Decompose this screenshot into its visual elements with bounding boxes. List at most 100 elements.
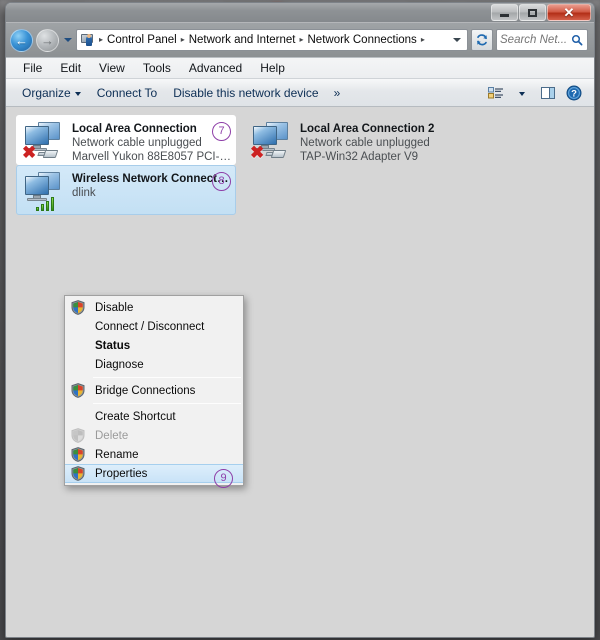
change-view-dropdown[interactable] bbox=[510, 82, 534, 104]
menu-gutter bbox=[65, 407, 91, 426]
organize-label: Organize bbox=[22, 85, 71, 100]
annotation-badge-7: 7 bbox=[212, 122, 231, 141]
network-connections-window: ✕ ← → ▸ Control Panel ▸ Network and Inte… bbox=[5, 2, 595, 638]
context-menu-label: Connect / Disconnect bbox=[95, 320, 205, 333]
lan-unplugged-icon: ✖ bbox=[250, 120, 294, 162]
menu-bar: File Edit View Tools Advanced Help bbox=[6, 57, 594, 79]
connection-item-local-area-connection-2[interactable]: ✖ Local Area Connection 2 Network cable … bbox=[244, 115, 464, 165]
menu-advanced[interactable]: Advanced bbox=[180, 59, 251, 77]
back-button[interactable]: ← bbox=[10, 28, 33, 52]
wireless-connected-icon bbox=[22, 170, 66, 212]
preview-pane-button[interactable] bbox=[536, 82, 560, 104]
context-menu-label: Create Shortcut bbox=[95, 410, 176, 423]
close-button[interactable]: ✕ bbox=[547, 4, 591, 21]
back-arrow-icon: ← bbox=[15, 32, 28, 48]
connection-item-local-area-connection[interactable]: ✖ Local Area Connection Network cable un… bbox=[16, 115, 236, 165]
uac-shield-icon bbox=[65, 465, 91, 482]
uac-shield-icon bbox=[65, 298, 91, 317]
context-menu-item-disable[interactable]: Disable bbox=[65, 298, 243, 317]
forward-arrow-icon: → bbox=[41, 32, 54, 48]
connections-content-pane: ✖ Local Area Connection Network cable un… bbox=[6, 107, 594, 636]
rj45-plug-icon bbox=[37, 148, 62, 160]
connection-name: Local Area Connection bbox=[72, 123, 197, 135]
menu-help[interactable]: Help bbox=[251, 59, 294, 77]
context-menu-label: Properties bbox=[95, 467, 148, 480]
context-menu-item-connect-disconnect[interactable]: Connect / Disconnect bbox=[65, 317, 243, 336]
refresh-button[interactable] bbox=[471, 29, 493, 51]
menu-tools[interactable]: Tools bbox=[134, 59, 180, 77]
signal-strength-icon bbox=[36, 196, 58, 211]
preview-pane-icon bbox=[541, 86, 555, 99]
menu-edit[interactable]: Edit bbox=[51, 59, 90, 77]
context-menu-item-create-shortcut[interactable]: Create Shortcut bbox=[65, 407, 243, 426]
breadcrumb-network-connections[interactable]: Network Connections bbox=[306, 30, 419, 50]
chevron-down-icon bbox=[74, 91, 81, 96]
help-icon: ? bbox=[566, 85, 582, 100]
organize-button[interactable]: Organize bbox=[14, 83, 89, 103]
uac-shield-icon bbox=[65, 445, 91, 464]
context-menu-item-diagnose[interactable]: Diagnose bbox=[65, 355, 243, 374]
help-button[interactable]: ? bbox=[562, 82, 586, 104]
connection-text-block: Wireless Network Connection dlink bbox=[72, 170, 231, 200]
context-menu-item-properties[interactable]: Properties 9 bbox=[65, 464, 243, 488]
refresh-icon bbox=[477, 34, 487, 46]
search-input[interactable] bbox=[500, 34, 570, 46]
error-x-icon: ✖ bbox=[250, 143, 265, 162]
connection-item-wireless-network-connection[interactable]: Wireless Network Connection dlink 8 bbox=[16, 165, 236, 215]
context-menu-item-status[interactable]: Status bbox=[65, 336, 243, 355]
rj45-plug-icon bbox=[265, 148, 290, 160]
error-x-icon: ✖ bbox=[22, 143, 37, 162]
menu-file[interactable]: File bbox=[14, 59, 51, 77]
minimize-icon bbox=[500, 13, 509, 17]
connection-status: Network cable unplugged bbox=[300, 137, 430, 149]
change-view-button[interactable] bbox=[484, 82, 508, 104]
disable-network-device-button[interactable]: Disable this network device bbox=[165, 83, 326, 103]
breadcrumb-network-and-internet[interactable]: Network and Internet bbox=[187, 30, 298, 50]
forward-button[interactable]: → bbox=[36, 28, 59, 52]
chevron-down-icon bbox=[63, 38, 72, 42]
change-view-icon bbox=[488, 86, 503, 98]
svg-text:?: ? bbox=[571, 88, 577, 99]
maximize-button[interactable] bbox=[519, 4, 546, 21]
context-menu-label: Status bbox=[95, 339, 131, 352]
annotation-badge-8: 8 bbox=[212, 172, 231, 191]
menu-view[interactable]: View bbox=[90, 59, 134, 77]
control-panel-icon bbox=[80, 32, 96, 48]
breadcrumb-separator: ▸ bbox=[99, 35, 104, 44]
connection-name: Wireless Network Connection bbox=[72, 173, 231, 185]
context-menu-item-bridge-connections[interactable]: Bridge Connections bbox=[65, 381, 243, 400]
breadcrumb-control-panel[interactable]: Control Panel bbox=[105, 30, 179, 50]
context-menu-label: Disable bbox=[95, 301, 134, 314]
recent-pages-dropdown[interactable] bbox=[62, 38, 73, 42]
connection-text-block: Local Area Connection 2 Network cable un… bbox=[300, 120, 459, 164]
menu-gutter bbox=[65, 355, 91, 374]
menu-gutter bbox=[65, 317, 91, 336]
context-menu-separator bbox=[93, 403, 241, 404]
context-menu-label: Bridge Connections bbox=[95, 384, 196, 397]
command-overflow-button[interactable]: » bbox=[327, 83, 348, 103]
context-menu-item-rename[interactable]: Rename bbox=[65, 445, 243, 464]
connect-to-button[interactable]: Connect To bbox=[89, 83, 166, 103]
connection-text-block: Local Area Connection Network cable unpl… bbox=[72, 120, 231, 164]
window-caption-buttons: ✕ bbox=[490, 4, 591, 21]
minimize-button[interactable] bbox=[491, 4, 518, 21]
maximize-icon bbox=[528, 8, 537, 17]
context-menu-label: Rename bbox=[95, 448, 139, 461]
lan-unplugged-icon: ✖ bbox=[22, 120, 66, 162]
connection-name: Local Area Connection 2 bbox=[300, 123, 435, 135]
connection-device: TAP-Win32 Adapter V9 bbox=[300, 151, 419, 163]
breadcrumb-separator: ▸ bbox=[180, 35, 185, 44]
breadcrumb-address-box[interactable]: ▸ Control Panel ▸ Network and Internet ▸… bbox=[76, 29, 468, 51]
context-menu: Disable Connect / Disconnect Status Diag… bbox=[64, 295, 244, 488]
context-menu-label: Diagnose bbox=[95, 358, 144, 371]
context-menu-label: Delete bbox=[95, 429, 129, 442]
search-box[interactable] bbox=[496, 29, 588, 51]
window-title-bar: ✕ bbox=[6, 3, 594, 23]
uac-shield-icon bbox=[65, 426, 91, 445]
command-bar: Organize Connect To Disable this network… bbox=[6, 79, 594, 107]
close-icon: ✕ bbox=[563, 5, 575, 20]
breadcrumb-dropdown-button[interactable] bbox=[449, 38, 465, 42]
breadcrumb-separator: ▸ bbox=[420, 35, 425, 44]
search-icon bbox=[570, 34, 584, 46]
context-menu-item-delete: Delete bbox=[65, 426, 243, 445]
